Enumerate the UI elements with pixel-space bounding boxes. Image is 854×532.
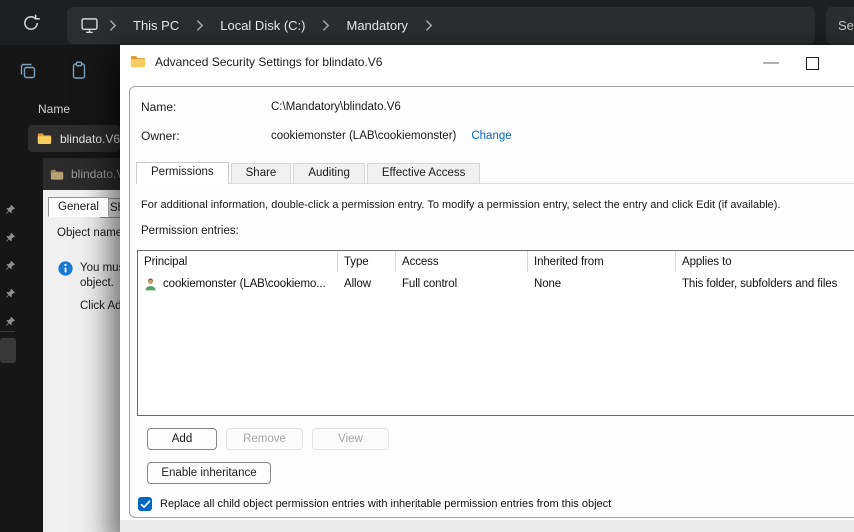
breadcrumb-this-pc[interactable]: This PC [126,18,186,33]
cell-access: Full control [402,278,458,290]
refresh-icon[interactable] [21,13,41,33]
header-access[interactable]: Access [396,251,528,272]
name-value: C:\Mandatory\blindato.V6 [271,101,401,113]
breadcrumb-local-disk[interactable]: Local Disk (C:) [213,18,312,33]
advanced-security-dialog: Advanced Security Settings for blindato.… [120,45,854,532]
chevron-right-icon[interactable] [195,19,204,32]
info-icon [58,261,73,276]
header-principal[interactable]: Principal [138,251,338,272]
remove-button[interactable]: Remove [226,428,303,450]
nav-selected-tile[interactable] [0,338,16,363]
properties-info-line: object. [80,277,114,289]
paste-icon[interactable] [69,60,89,80]
maximize-button[interactable] [798,53,826,73]
this-pc-icon[interactable] [80,16,99,35]
header-type[interactable]: Type [338,251,396,272]
minimize-icon [763,62,779,64]
breadcrumb-mandatory[interactable]: Mandatory [339,18,414,33]
header-inherited-from[interactable]: Inherited from [528,251,676,272]
minimize-button[interactable] [754,53,788,73]
folder-icon [130,56,146,68]
enable-inheritance-button[interactable]: Enable inheritance [147,462,271,484]
tab-permissions[interactable]: Permissions [136,162,229,184]
chevron-right-icon[interactable] [321,19,330,32]
owner-label: Owner: [141,129,180,143]
view-button[interactable]: View [312,428,389,450]
dialog-panel: Name: C:\Mandatory\blindato.V6 Owner: co… [129,86,854,518]
breadcrumb: This PC Local Disk (C:) Mandatory [67,7,815,44]
replace-child-row: Replace all child object permission entr… [138,497,611,511]
pin-icon [5,289,15,298]
folder-icon [37,133,52,145]
chevron-right-icon[interactable] [108,19,117,32]
permission-entries-table: Principal Type Access Inherited from App… [137,250,854,416]
user-icon [145,278,156,290]
dialog-bottom-strip [120,520,854,532]
copy-icon[interactable] [18,61,38,81]
permission-entries-label: Permission entries: [141,225,239,237]
pin-icon [5,205,15,214]
owner-value: cookiemonster (LAB\cookiemonster) [271,130,457,142]
replace-child-checkbox[interactable] [138,497,152,511]
column-header-name[interactable]: Name [38,102,70,116]
screen: This PC Local Disk (C:) Mandatory Sea Na… [0,0,854,532]
table-header-row: Principal Type Access Inherited from App… [138,251,854,272]
pin-icon [5,317,15,326]
tab-share[interactable]: Share [230,163,292,183]
dialog-title: Advanced Security Settings for blindato.… [155,54,383,69]
tab-effective-access[interactable]: Effective Access [366,163,481,183]
maximize-icon [805,56,819,70]
file-row-blindato[interactable]: blindato.V6 [28,125,120,152]
pin-icon [5,261,15,270]
search-input[interactable]: Sea [826,7,854,44]
cell-applies-to: This folder, subfolders and files [682,278,838,290]
dialog-titlebar: Advanced Security Settings for blindato.… [120,45,854,78]
properties-info-line: You mus [80,262,125,274]
chevron-right-icon[interactable] [424,19,433,32]
add-button[interactable]: Add [147,428,217,450]
cell-principal: cookiemonster (LAB\cookiemo... [163,278,326,290]
pin-icon [5,233,15,242]
dialog-tabstrip: Permissions Share Auditing Effective Acc… [136,161,854,184]
name-label: Name: [141,100,177,114]
folder-icon [50,169,64,180]
table-row[interactable]: cookiemonster (LAB\cookiemo... Allow Ful… [138,272,854,296]
tab-general[interactable]: General [48,197,109,217]
tab-auditing[interactable]: Auditing [293,163,365,183]
file-name-label: blindato.V6 [59,131,120,146]
change-owner-link[interactable]: Change [471,130,511,142]
explorer-top-bar: This PC Local Disk (C:) Mandatory Sea [0,0,854,45]
replace-child-label: Replace all child object permission entr… [160,498,612,510]
cell-inherited-from: None [534,278,562,290]
properties-title: blindato.V [71,167,125,181]
object-name-label: Object name [57,227,123,239]
permissions-info-text: For additional information, double-click… [141,199,781,211]
header-applies-to[interactable]: Applies to [676,251,854,272]
properties-info-line: Click Ad [80,300,122,312]
nav-divider [0,331,15,332]
cell-type: Allow [344,278,371,290]
